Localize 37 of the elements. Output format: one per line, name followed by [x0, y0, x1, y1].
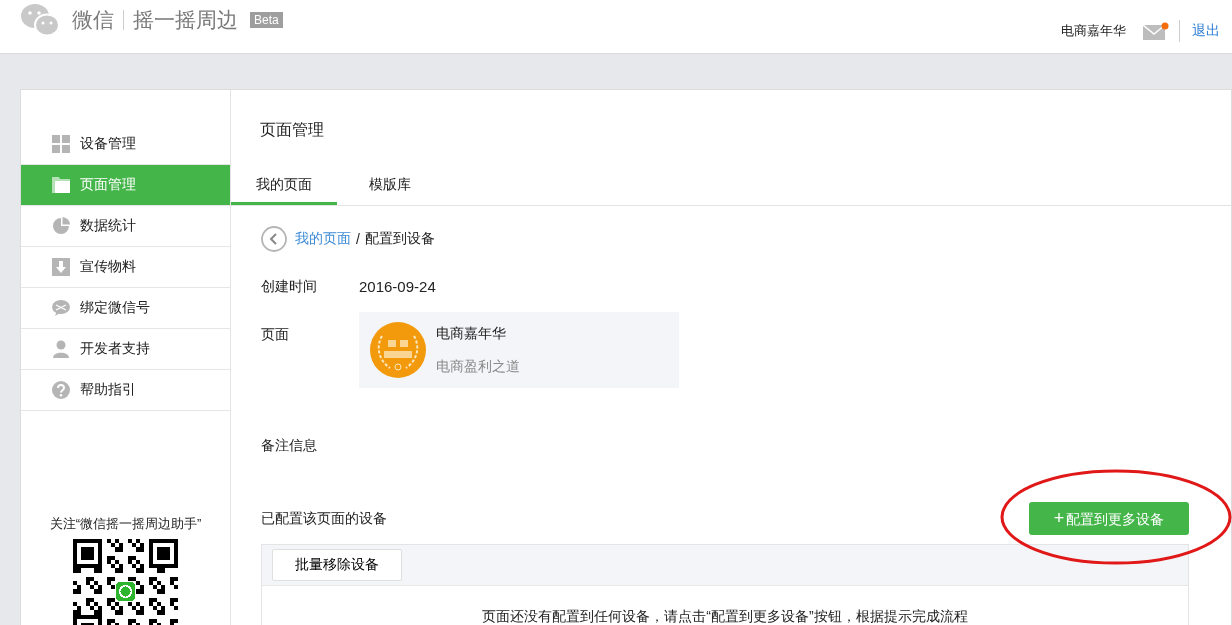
question-icon: [52, 381, 70, 399]
sidebar-item[interactable]: 绑定微信号: [21, 288, 230, 329]
field-label: 备注信息: [261, 437, 318, 455]
field-label: 页面: [261, 326, 290, 344]
mail-icon[interactable]: [1143, 22, 1169, 40]
product-name: 摇一摇周边: [133, 7, 238, 33]
follow-caption: 关注“微信摇一摇周边助手”: [49, 515, 202, 533]
pie-chart-icon: [52, 217, 70, 235]
tab[interactable]: 我的页面: [231, 166, 337, 205]
sidebar-item[interactable]: 数据统计: [21, 206, 230, 247]
page-name: 电商嘉年华: [436, 324, 507, 343]
sidebar-item[interactable]: 宣传物料: [21, 247, 230, 288]
beta-badge: Beta: [250, 12, 283, 28]
tab[interactable]: 模版库: [337, 166, 443, 205]
page-title: 页面管理: [259, 120, 325, 140]
medal-logo-icon: [370, 322, 426, 378]
person-icon: [52, 340, 70, 358]
breadcrumb-separator: /: [356, 231, 360, 247]
breadcrumb-current: 配置到设备: [364, 230, 435, 248]
sidebar-item[interactable]: 开发者支持: [21, 329, 230, 370]
account-name: 电商嘉年华: [1061, 22, 1126, 40]
empty-message: 页面还没有配置到任何设备，请点击“配置到更多设备”按钮，根据提示完成流程: [481, 608, 969, 625]
breadcrumb-link[interactable]: 我的页面: [295, 230, 351, 248]
download-icon: [52, 258, 70, 276]
brand-name: 微信: [72, 7, 114, 33]
chat-bubbles-logo-icon: [20, 3, 60, 37]
chat-link-icon: [52, 299, 70, 317]
back-icon[interactable]: [261, 226, 287, 252]
field-value: 2016-09-24: [359, 278, 436, 295]
batch-remove-button[interactable]: 批量移除设备: [272, 549, 402, 581]
sidebar-item[interactable]: 帮助指引: [21, 370, 230, 411]
grid-icon: [52, 135, 70, 153]
logout-link[interactable]: 退出: [1192, 22, 1220, 40]
page-description: 电商盈利之道: [436, 357, 520, 376]
field-label: 创建时间: [261, 278, 318, 296]
section-label: 已配置该页面的设备: [261, 509, 387, 528]
folder-icon: [52, 176, 70, 194]
